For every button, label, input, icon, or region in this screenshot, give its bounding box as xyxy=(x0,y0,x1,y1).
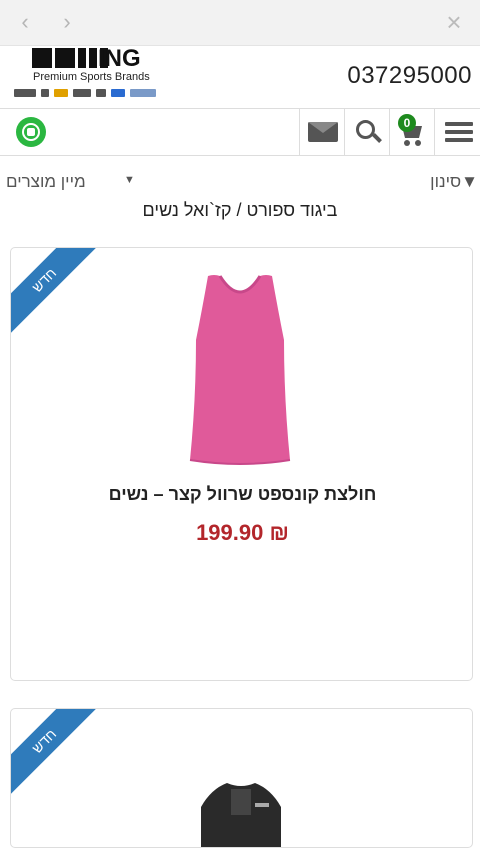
chevron-down-icon[interactable]: ▼ xyxy=(124,174,135,186)
phone-number[interactable]: 037295000 xyxy=(347,62,472,90)
product-card[interactable]: חדש חולצת קונספט שרוול קצר – נשים 199.90… xyxy=(10,247,473,681)
cart-button[interactable]: 0 xyxy=(389,109,434,155)
menu-button[interactable] xyxy=(434,109,480,155)
site-header: ING Premium Sports Brands 037295000 xyxy=(0,45,480,108)
whatsapp-icon[interactable] xyxy=(16,117,46,147)
cart-count-badge: 0 xyxy=(398,114,416,132)
logo[interactable]: ING Premium Sports Brands xyxy=(14,45,174,108)
chevron-left-icon[interactable]: ‹ xyxy=(14,10,36,34)
logo-text: ING xyxy=(98,45,141,72)
product-image[interactable] xyxy=(138,260,348,478)
menu-icon xyxy=(445,122,473,126)
new-badge: חדש xyxy=(11,248,100,336)
toolbar: 0 xyxy=(0,108,480,156)
logo-mark xyxy=(32,48,108,68)
chevron-right-icon[interactable]: › xyxy=(56,10,78,34)
search-button[interactable] xyxy=(344,109,389,155)
product-price: 199.90 ₪ xyxy=(196,520,289,545)
mail-button[interactable] xyxy=(299,109,344,155)
breadcrumb[interactable]: ביגוד ספורט / קז`ואל נשים xyxy=(0,200,480,221)
product-card[interactable]: חדש xyxy=(10,708,473,848)
new-badge: חדש xyxy=(11,709,100,797)
logo-subtitle: Premium Sports Brands xyxy=(33,71,150,83)
brand-logos xyxy=(14,89,156,97)
close-icon[interactable]: × xyxy=(442,9,466,35)
filter-button[interactable]: ▼סינון xyxy=(430,172,478,192)
tshirt-image[interactable] xyxy=(181,749,301,848)
browser-bar: ‹ › × xyxy=(0,0,480,46)
product-title[interactable]: חולצת קונספט שרוול קצר – נשים xyxy=(11,484,472,505)
sort-dropdown[interactable]: מיין מוצרים xyxy=(6,172,86,192)
tank-top-image xyxy=(189,275,291,465)
